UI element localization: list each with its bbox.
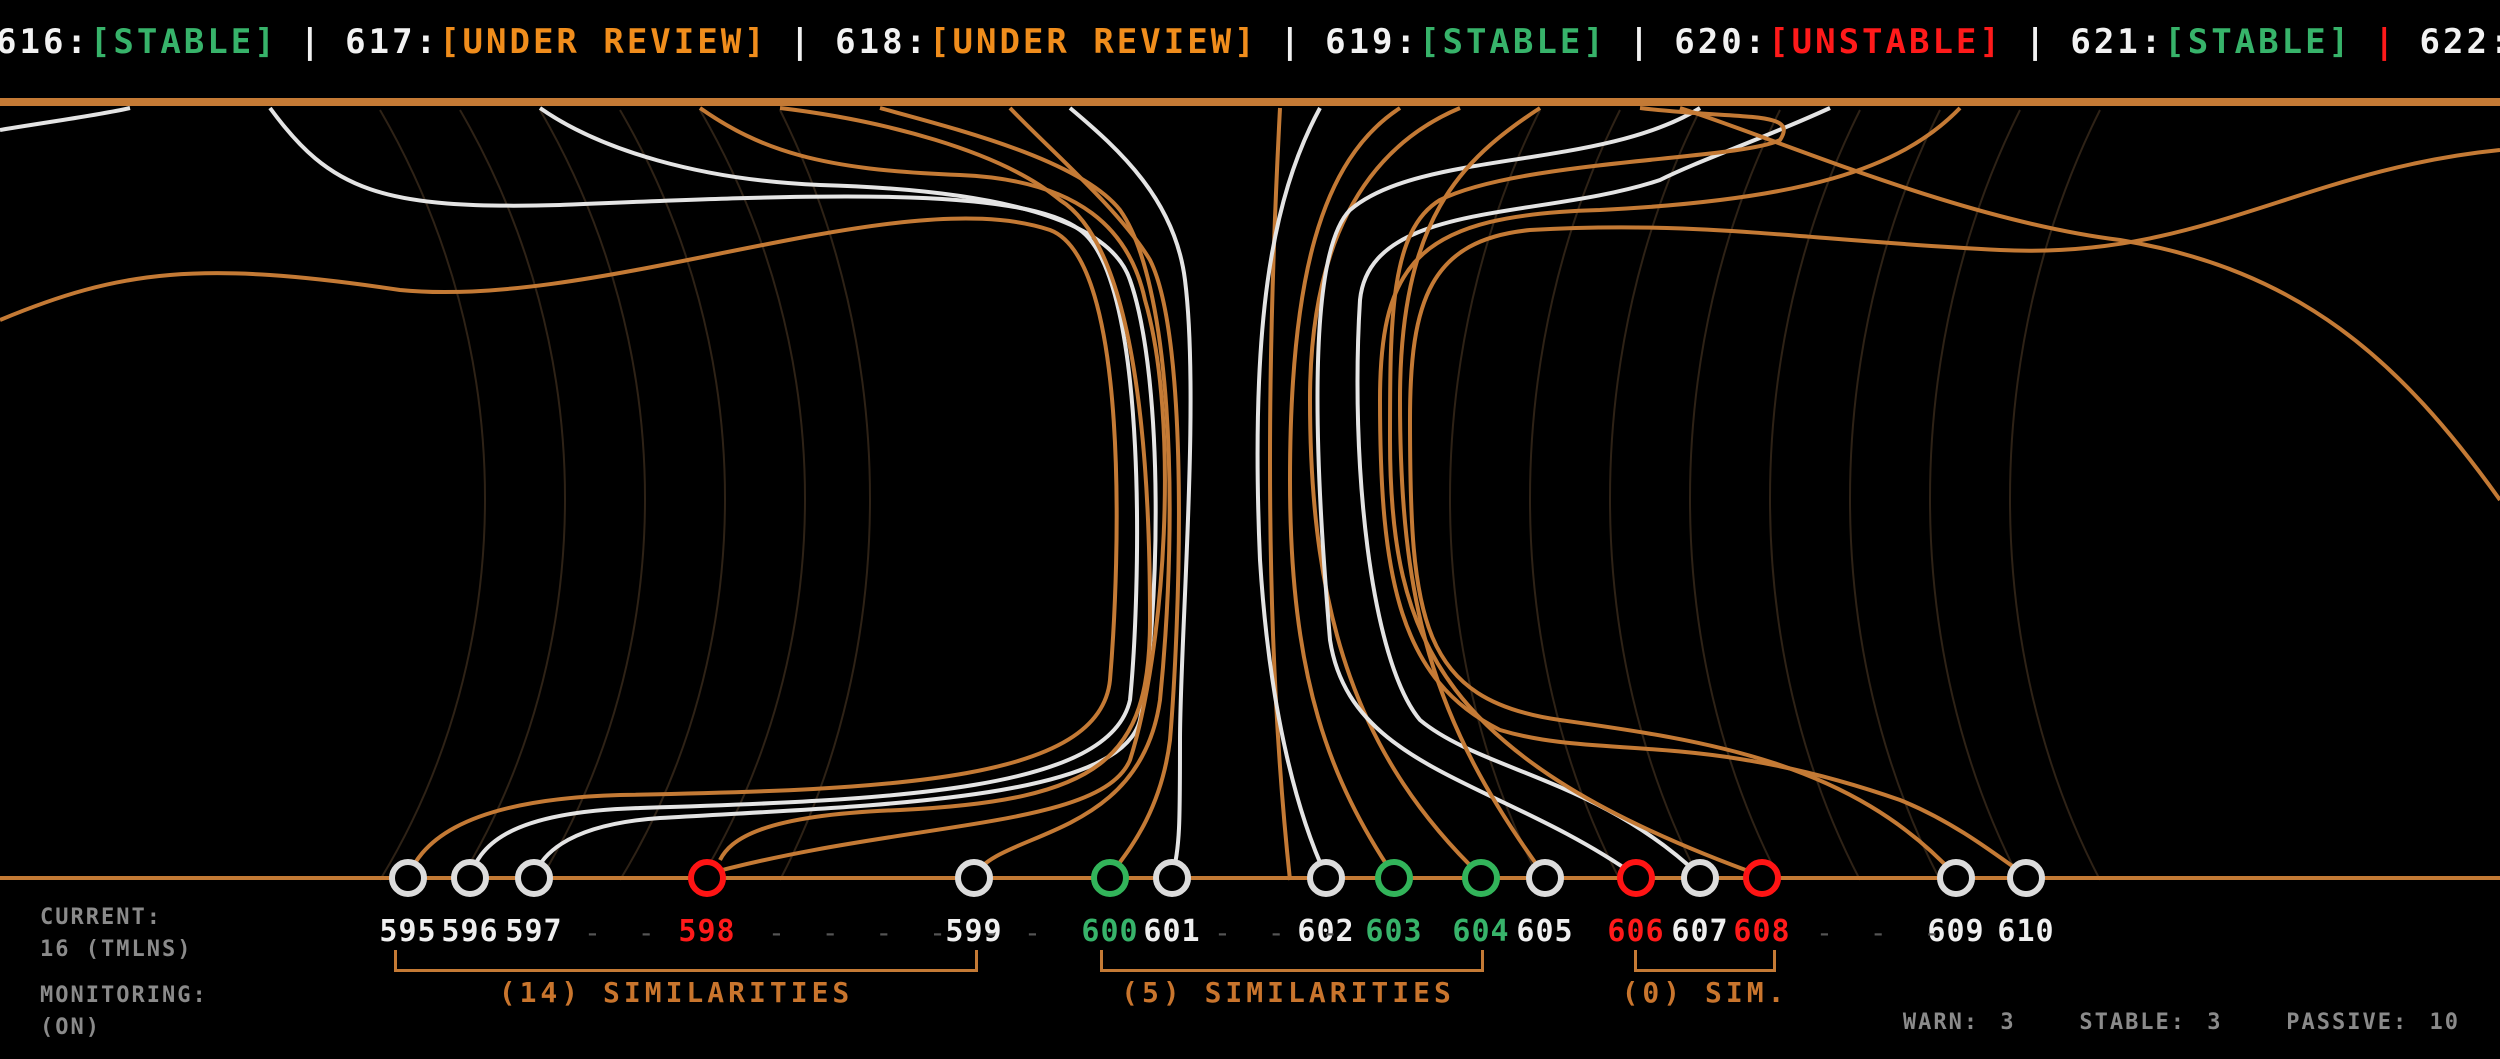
timeline-path bbox=[0, 106, 131, 132]
timeline-node-610[interactable] bbox=[2007, 859, 2045, 897]
timeline-node-606[interactable] bbox=[1617, 859, 1655, 897]
timeline-path bbox=[699, 109, 806, 881]
timeline-node-602[interactable] bbox=[1307, 859, 1345, 897]
timeline-label: 595 bbox=[379, 914, 437, 949]
timeline-label: 604 bbox=[1452, 914, 1510, 949]
timeline-node-598[interactable] bbox=[688, 859, 726, 897]
gap-dashes: - - bbox=[584, 916, 665, 949]
timeline-path bbox=[539, 109, 646, 881]
current-value: 16 (TMLNS) bbox=[40, 937, 193, 962]
timeline-node-609[interactable] bbox=[1937, 859, 1975, 897]
group-label: (14) SIMILARITIES bbox=[498, 976, 854, 1009]
timeline-label: 600 bbox=[1081, 914, 1139, 949]
timeline-label: 596 bbox=[441, 914, 499, 949]
timeline-label: 607 bbox=[1671, 914, 1729, 949]
timeline-path bbox=[459, 109, 566, 881]
timeline-node-599[interactable] bbox=[955, 859, 993, 897]
timeline-node-604[interactable] bbox=[1462, 859, 1500, 897]
gap-dashes: - - - bbox=[1214, 916, 1349, 949]
timeline-path bbox=[268, 106, 1140, 877]
timeline-path bbox=[2009, 109, 2101, 881]
timeline-node-597[interactable] bbox=[515, 859, 553, 897]
timeline-label: 605 bbox=[1516, 914, 1574, 949]
timeline-label: 608 bbox=[1733, 914, 1791, 949]
monitoring-value: (ON) bbox=[40, 1015, 101, 1040]
group-bracket bbox=[1100, 950, 1484, 972]
gap-dashes: - - - bbox=[1816, 916, 1951, 949]
timeline-node-605[interactable] bbox=[1526, 859, 1564, 897]
timeline-label: 603 bbox=[1365, 914, 1423, 949]
timeline-label: 598 bbox=[678, 914, 736, 949]
group-label: (5) SIMILARITIES bbox=[1121, 976, 1455, 1009]
timeline-path bbox=[0, 216, 1119, 877]
stable-count: STABLE: 3 bbox=[2079, 1010, 2223, 1035]
current-label: CURRENT: bbox=[40, 905, 162, 930]
timeline-path bbox=[1315, 106, 1702, 878]
gap-dashes: - - - - - bbox=[768, 916, 1010, 949]
timeline-label: 610 bbox=[1997, 914, 2055, 949]
timeline-path bbox=[1307, 106, 1483, 878]
timeline-node-608[interactable] bbox=[1743, 859, 1781, 897]
timeline-path bbox=[779, 109, 871, 881]
timeline-path bbox=[698, 106, 1167, 878]
timeline-node-600[interactable] bbox=[1091, 859, 1129, 897]
monitoring-status: MONITORING: (ON) bbox=[40, 980, 208, 1044]
timeline-paths bbox=[0, 106, 2500, 881]
timeline-node-596[interactable] bbox=[451, 859, 489, 897]
timeline-label: 597 bbox=[505, 914, 563, 949]
timeline-label: 601 bbox=[1143, 914, 1201, 949]
timeline-node-607[interactable] bbox=[1681, 859, 1719, 897]
monitoring-label: MONITORING: bbox=[40, 983, 208, 1008]
group-label: (0) SIM. bbox=[1621, 976, 1789, 1009]
timeline-path bbox=[1929, 109, 2021, 881]
timeline-path bbox=[1449, 109, 1541, 881]
timeline-path bbox=[1849, 109, 1941, 881]
timeline-node-595[interactable] bbox=[389, 859, 427, 897]
timeline-path bbox=[619, 109, 726, 881]
passive-count: PASSIVE: 10 bbox=[2286, 1010, 2460, 1035]
gap-dashes: - bbox=[1024, 916, 1051, 949]
timeline-label: 606 bbox=[1607, 914, 1665, 949]
timeline-path bbox=[379, 109, 486, 881]
timeline-node-601[interactable] bbox=[1153, 859, 1191, 897]
current-status: CURRENT: 16 (TMLNS) bbox=[40, 902, 192, 966]
timeline-baseline bbox=[0, 876, 2500, 880]
timeline-node-603[interactable] bbox=[1375, 859, 1413, 897]
footer-stats: WARN: 3 STABLE: 3 PASSIVE: 10 bbox=[1903, 1010, 2460, 1035]
timeline-path bbox=[1407, 148, 2500, 878]
warn-count: WARN: 3 bbox=[1902, 1010, 2016, 1035]
group-bracket bbox=[1634, 950, 1776, 972]
timeline-path bbox=[1679, 106, 2500, 502]
group-bracket bbox=[394, 950, 978, 972]
